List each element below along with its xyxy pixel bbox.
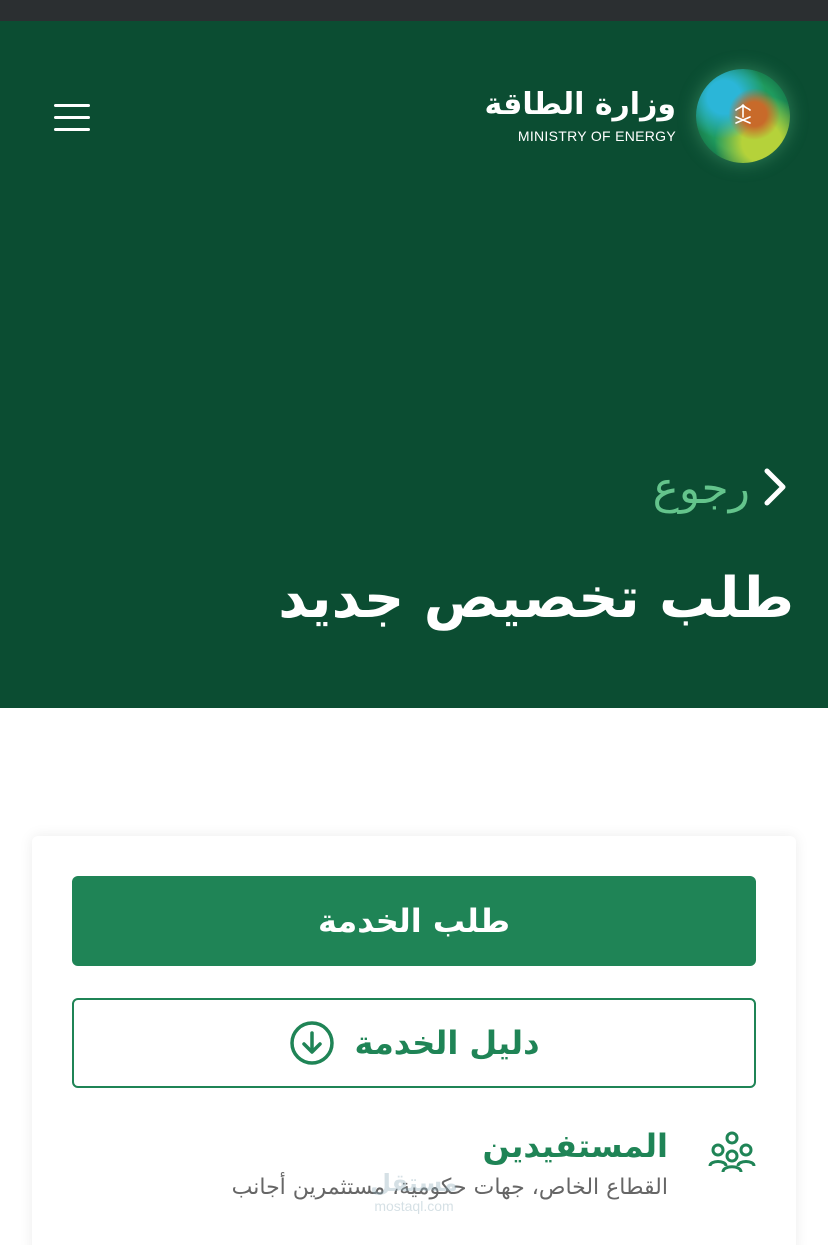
logo-text: وزارة الطاقة MINISTRY OF ENERGY [484,87,677,145]
back-link[interactable]: رجوع [653,459,788,519]
beneficiaries-title: المستفيدين [482,1127,668,1165]
back-label: رجوع [652,463,750,514]
request-service-label: طلب الخدمة [318,902,510,940]
request-service-button[interactable]: طلب الخدمة [72,876,756,966]
hero-banner: وزارة الطاقة MINISTRY OF ENERGY رجوع طلب… [0,21,828,708]
service-card: طلب الخدمة دليل الخدمة المستفيدين القطاع… [32,836,796,1245]
ministry-logo[interactable]: وزارة الطاقة MINISTRY OF ENERGY [484,67,790,165]
page-title: طلب تخصيص جديد [278,566,794,631]
beneficiaries-description: القطاع الخاص، جهات حكومية، مستثمرين أجان… [231,1175,668,1200]
status-strip [0,0,828,21]
logo-english-name: MINISTRY OF ENERGY [517,128,676,144]
service-guide-button[interactable]: دليل الخدمة [72,998,756,1088]
emblem-icon [696,69,790,163]
menu-button[interactable] [52,104,92,132]
logo-arabic-name: وزارة الطاقة [484,87,677,122]
download-circle-icon [289,1020,335,1066]
users-group-icon [708,1130,756,1178]
beneficiaries-section: المستفيدين القطاع الخاص، جهات حكومية، مس… [72,1124,756,1214]
chevron-right-icon [762,467,788,511]
service-guide-label: دليل الخدمة [354,1024,540,1062]
